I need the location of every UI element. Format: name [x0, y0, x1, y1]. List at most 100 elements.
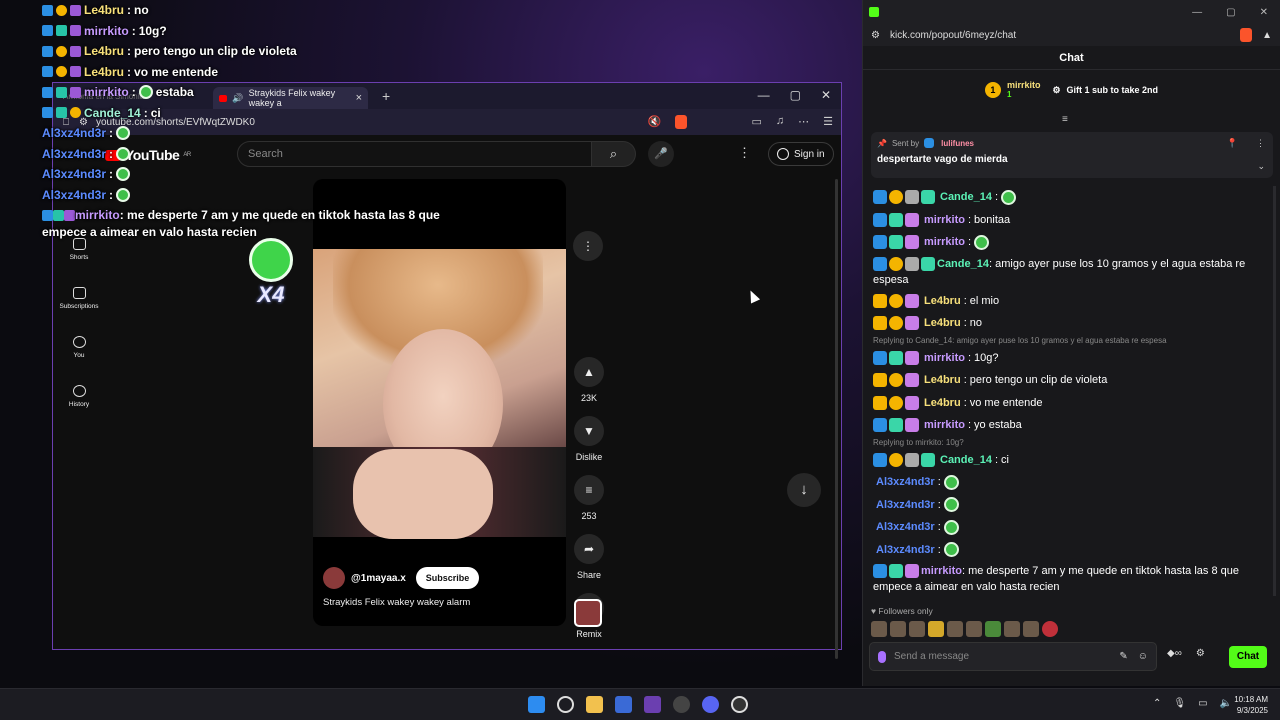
- kick-logo-icon: [869, 7, 879, 17]
- chat-message: Le4bru: pero tengo un clip de violeta: [873, 369, 1271, 392]
- site-settings-icon[interactable]: ⚙: [871, 30, 880, 41]
- chat-username[interactable]: mirrkito: [921, 565, 962, 577]
- comments-button[interactable]: ≡ 253: [571, 475, 607, 534]
- maximize-button[interactable]: ▢: [1226, 7, 1235, 18]
- chat-scrollbar[interactable]: [1273, 186, 1276, 596]
- chat-username[interactable]: mirrkito: [924, 350, 965, 366]
- settings-icon[interactable]: [731, 696, 748, 713]
- emoji-icon[interactable]: ☺: [1138, 651, 1148, 662]
- pinned-more-icon[interactable]: ⋮: [1256, 138, 1265, 149]
- start-icon[interactable]: [528, 696, 545, 713]
- gift-sub-cta[interactable]: Gift 1 sub to take 2nd: [1067, 85, 1159, 95]
- send-chat-button[interactable]: Chat: [1229, 646, 1267, 668]
- pepe-emote-icon: [116, 146, 131, 161]
- emote-icon[interactable]: [890, 621, 906, 637]
- chat-message: Al3xz4nd3r:: [873, 516, 1271, 539]
- brave-shields-icon[interactable]: [1240, 28, 1253, 42]
- mic-tray-icon[interactable]: 🎙: [1173, 698, 1186, 709]
- gifter-name[interactable]: mirrkito: [1007, 80, 1041, 90]
- clock[interactable]: 10:18 AM 9/3/2025: [1234, 694, 1268, 716]
- chat-username[interactable]: Al3xz4nd3r: [876, 474, 935, 490]
- pepe-emote-icon: [116, 126, 131, 141]
- chat-username[interactable]: Le4bru: [924, 372, 961, 388]
- obs-icon[interactable]: [673, 696, 690, 713]
- chat-username[interactable]: Al3xz4nd3r: [876, 497, 935, 513]
- brave-shields-icon[interactable]: [675, 115, 688, 129]
- tray-chevron-icon[interactable]: ⌃: [1153, 698, 1161, 709]
- user-badges: [873, 212, 921, 228]
- chat-username[interactable]: Cande_14: [937, 258, 989, 270]
- sign-in-button[interactable]: Sign in: [768, 142, 834, 166]
- channel-avatar[interactable]: [323, 567, 345, 589]
- subscribe-button[interactable]: Subscribe: [415, 567, 480, 589]
- emote-icon[interactable]: [1004, 621, 1020, 637]
- reply-context: Replying to mirrkito: 10g?: [873, 437, 964, 447]
- shorts-player[interactable]: @1mayaa.x Subscribe Straykids Felix wake…: [313, 179, 566, 626]
- store-icon[interactable]: [615, 696, 632, 713]
- minimize-button[interactable]: —: [758, 88, 770, 102]
- emote-icon[interactable]: [909, 621, 925, 637]
- chat-username[interactable]: Le4bru: [924, 293, 961, 309]
- network-icon[interactable]: ▭: [1198, 698, 1207, 709]
- file-explorer-icon[interactable]: [586, 696, 603, 713]
- chat-username[interactable]: mirrkito: [924, 212, 965, 228]
- chat-username[interactable]: Al3xz4nd3r: [876, 542, 935, 558]
- chat-username[interactable]: Le4bru: [924, 395, 961, 411]
- nav-subscriptions[interactable]: Subscriptions: [53, 274, 105, 323]
- next-short-button[interactable]: ↓: [787, 473, 821, 507]
- minimize-button[interactable]: —: [1192, 7, 1202, 18]
- voice-search-button[interactable]: 🎤: [648, 141, 674, 167]
- chat-username[interactable]: mirrkito: [924, 417, 965, 433]
- search-icon[interactable]: [557, 696, 574, 713]
- translate-icon[interactable]: ✎: [1119, 651, 1127, 662]
- chat-username[interactable]: mirrkito: [924, 234, 965, 250]
- chat-text: pero tengo un clip de violeta: [969, 374, 1108, 387]
- chat-username[interactable]: Cande_14: [940, 452, 992, 468]
- nav-history[interactable]: History: [53, 372, 105, 421]
- channel-name[interactable]: @1mayaa.x: [351, 573, 406, 584]
- nav-you[interactable]: You: [53, 323, 105, 372]
- page-scrollbar[interactable]: [835, 179, 838, 659]
- pin-toggle-icon[interactable]: 📍: [1227, 138, 1238, 149]
- emote-icon[interactable]: [928, 621, 944, 637]
- chat-username[interactable]: Al3xz4nd3r: [876, 519, 935, 535]
- close-window-button[interactable]: ✕: [821, 88, 831, 102]
- video-frame[interactable]: [313, 249, 566, 539]
- emote-icon[interactable]: [871, 621, 887, 637]
- emote-icon[interactable]: [1042, 621, 1058, 637]
- like-button[interactable]: ▲ 23K: [571, 357, 607, 416]
- sound-thumbnail[interactable]: [574, 599, 602, 627]
- close-window-button[interactable]: ✕: [1260, 7, 1268, 18]
- sidebar-icon[interactable]: ▭: [751, 115, 761, 129]
- menu-icon[interactable]: ☰: [823, 115, 833, 129]
- more-options-icon[interactable]: ⋮: [738, 145, 751, 161]
- media-icon[interactable]: ♫: [776, 115, 784, 129]
- kick-titlebar: — ▢ ✕: [863, 0, 1280, 24]
- short-more-icon[interactable]: ⋮: [573, 231, 603, 261]
- message-input[interactable]: Send a message ✎ ☺: [869, 642, 1157, 671]
- volume-icon[interactable]: 🔈: [1220, 698, 1232, 709]
- kick-address-bar[interactable]: ⚙ kick.com/popout/6meyz/chat ▲: [863, 24, 1280, 46]
- warning-icon[interactable]: ▲: [1262, 30, 1272, 41]
- mic-icon[interactable]: [878, 650, 886, 663]
- settings-gear-icon[interactable]: ⚙: [1196, 648, 1205, 659]
- kicks-icon[interactable]: ◆∞: [1167, 648, 1182, 659]
- share-button[interactable]: ➦ Share: [571, 534, 607, 593]
- chat-username[interactable]: Le4bru: [924, 315, 961, 331]
- emote-icon[interactable]: [947, 621, 963, 637]
- browser-taskbar-icon[interactable]: [644, 696, 661, 713]
- url-text[interactable]: kick.com/popout/6meyz/chat: [890, 30, 1016, 41]
- window-controls: — ▢ ✕: [758, 88, 831, 102]
- emote-icon[interactable]: [966, 621, 982, 637]
- emote-icon[interactable]: [1023, 621, 1039, 637]
- emote-icon[interactable]: [985, 621, 1001, 637]
- extensions-icon[interactable]: ⋯: [798, 115, 809, 129]
- maximize-button[interactable]: ▢: [790, 88, 801, 102]
- filter-icon[interactable]: ≡: [1062, 114, 1068, 125]
- search-button[interactable]: ⌕: [592, 141, 636, 167]
- collapse-chevron-icon[interactable]: ⌄: [1257, 161, 1265, 172]
- chat-username[interactable]: Cande_14: [940, 189, 992, 205]
- dislike-button[interactable]: ▼ Dislike: [571, 416, 607, 475]
- muted-icon[interactable]: 🔇: [648, 115, 662, 129]
- discord-icon[interactable]: [702, 696, 719, 713]
